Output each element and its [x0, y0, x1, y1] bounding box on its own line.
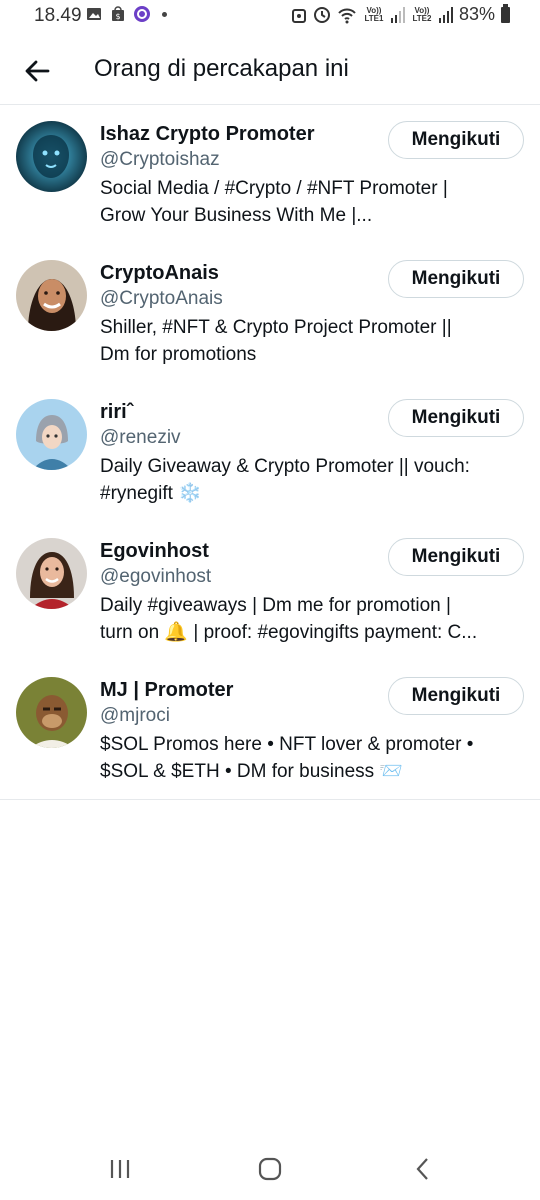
page-title: Orang di percakapan ini [94, 55, 349, 82]
signal-icon [390, 6, 405, 23]
app-notification-icon [134, 6, 150, 22]
list-item[interactable]: Egovinhost @egovinhost Daily #giveaways … [0, 522, 540, 661]
header: Orang di percakapan ini [0, 36, 540, 105]
user-bio: Shiller, #NFT & Crypto Project Promoter … [100, 317, 452, 365]
ape-avatar-image [16, 677, 87, 748]
avatar[interactable] [16, 121, 87, 192]
wifi-icon [338, 8, 356, 23]
user-name[interactable]: MJ | Promoter [100, 679, 233, 702]
user-name[interactable]: ririˆ [100, 401, 133, 424]
lion-avatar-image [16, 121, 87, 192]
back-arrow-icon[interactable] [22, 56, 52, 86]
user-handle: @Cryptoishaz [100, 149, 220, 170]
avatar[interactable] [16, 677, 87, 748]
more-notifications-dot [162, 11, 167, 17]
sim1-label: Vo)) LTE1 [364, 5, 384, 23]
following-button[interactable]: Mengikuti [388, 538, 524, 576]
list-item[interactable]: ririˆ @reneziv Daily Giveaway & Crypto P… [0, 383, 540, 522]
list-item[interactable]: MJ | Promoter @mjroci $SOL Promos here •… [0, 661, 540, 800]
user-bio: Social Media / #Crypto / #NFT Promoter |… [100, 178, 448, 226]
gallery-icon [87, 8, 101, 20]
notification-icons: $ [86, 6, 167, 22]
recent-apps-icon[interactable] [100, 1154, 140, 1184]
battery-icon [501, 3, 510, 23]
status-time: 18.49 [34, 5, 82, 26]
status-bar: 18.49 $ Vo)) LTE1 Vo)) LTE2 83% [0, 0, 540, 32]
status-right: Vo)) LTE1 Vo)) LTE2 83% [291, 3, 510, 25]
following-button[interactable]: Mengikuti [388, 399, 524, 437]
following-button[interactable]: Mengikuti [388, 677, 524, 715]
list-item[interactable]: CryptoAnais @CryptoAnais Shiller, #NFT &… [0, 244, 540, 383]
user-handle: @egovinhost [100, 566, 212, 587]
user-list: Ishaz Crypto Promoter @Cryptoishaz Socia… [0, 105, 540, 800]
shop-icon: $ [112, 6, 124, 21]
back-nav-icon[interactable] [402, 1154, 442, 1184]
clock-icon [313, 6, 330, 23]
user-name[interactable]: Egovinhost [100, 540, 209, 563]
user-handle: @CryptoAnais [100, 288, 223, 309]
battery-percent: 83% [458, 4, 495, 24]
home-icon[interactable] [250, 1154, 290, 1184]
user-name[interactable]: Ishaz Crypto Promoter [100, 123, 314, 146]
list-divider [0, 799, 540, 800]
avatar[interactable] [16, 538, 87, 609]
following-button[interactable]: Mengikuti [388, 260, 524, 298]
system-nav-bar [0, 1140, 540, 1200]
user-name[interactable]: CryptoAnais [100, 262, 219, 285]
list-item[interactable]: Ishaz Crypto Promoter @Cryptoishaz Socia… [0, 105, 540, 244]
alarm-icon [291, 8, 306, 23]
woman-red-avatar-image [16, 538, 87, 609]
cartoon-girl-avatar-image [16, 399, 87, 470]
user-bio: Daily Giveaway & Crypto Promoter || vouc… [100, 456, 470, 504]
avatar[interactable] [16, 399, 87, 470]
svg-text:$: $ [115, 12, 120, 21]
sim2-label: Vo)) LTE2 [412, 5, 432, 23]
avatar[interactable] [16, 260, 87, 331]
user-handle: @reneziv [100, 427, 181, 448]
user-bio: Daily #giveaways | Dm me for promotion |… [100, 595, 478, 643]
signal-icon-2 [438, 6, 453, 23]
user-bio: $SOL Promos here • NFT lover & promoter … [100, 734, 474, 782]
woman-avatar-image [16, 260, 87, 331]
following-button[interactable]: Mengikuti [388, 121, 524, 159]
user-handle: @mjroci [100, 705, 170, 726]
